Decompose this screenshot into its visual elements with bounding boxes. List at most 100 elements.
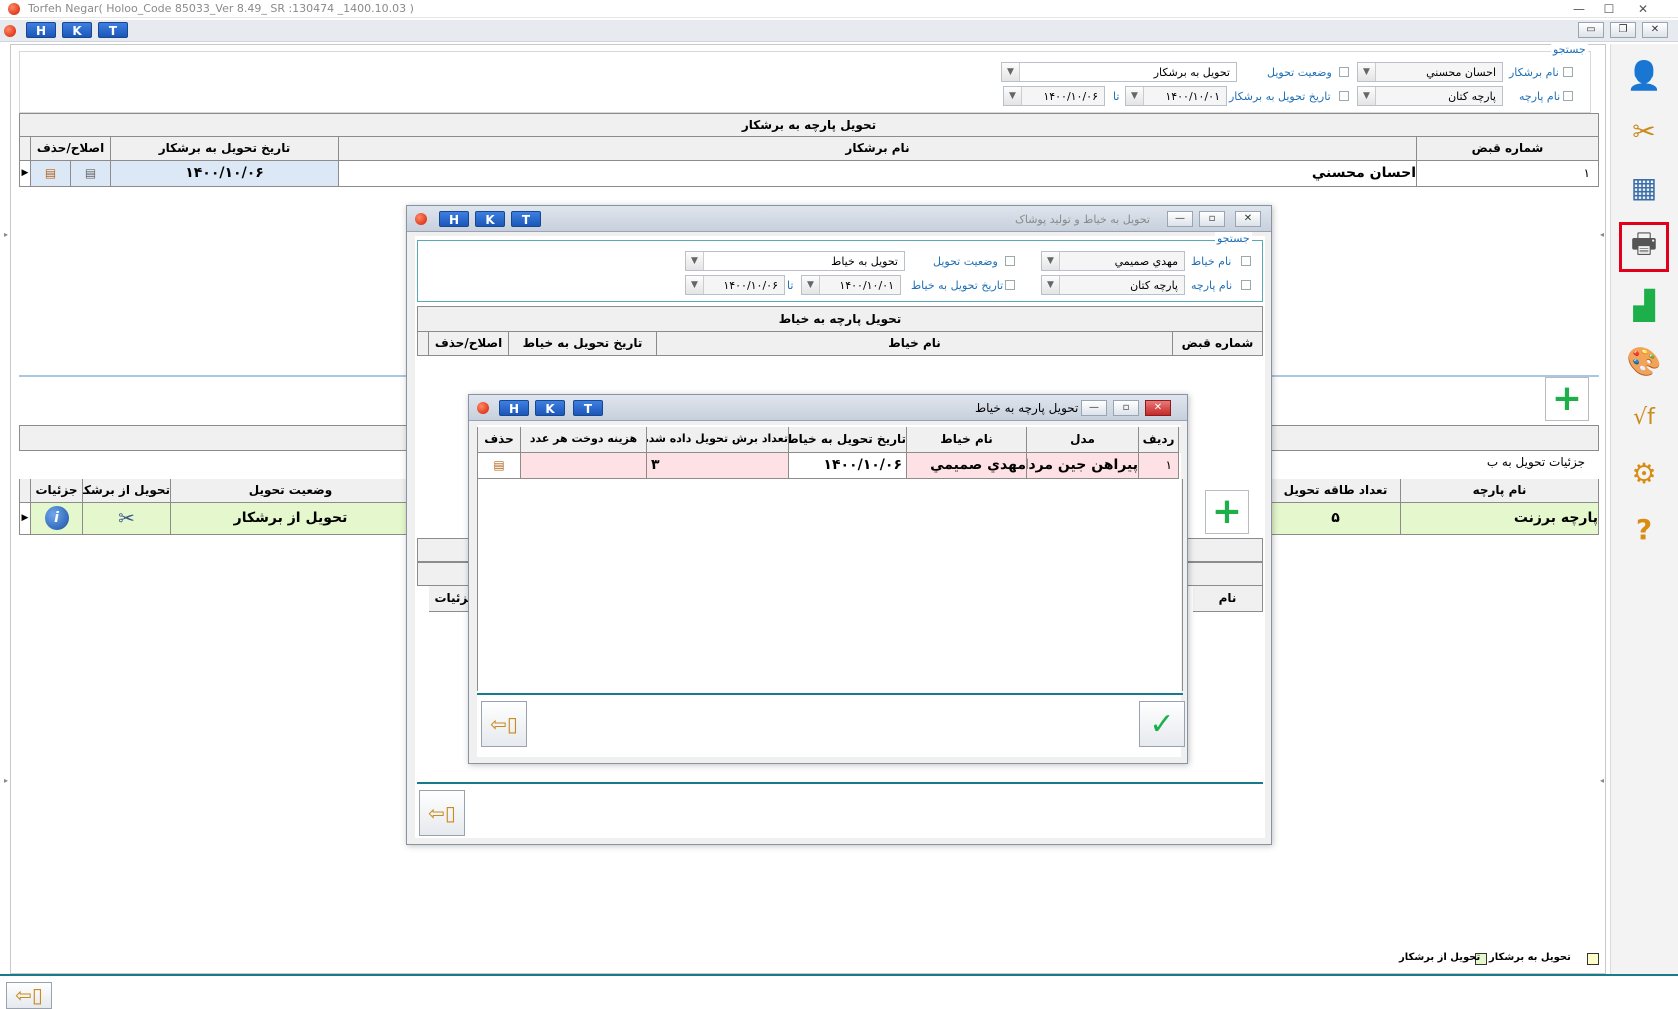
grid1-cell-date[interactable]: ۱۴۰۰/۱۰/۰۶ <box>111 161 339 187</box>
dialog2-cell-row[interactable]: ۱ <box>1139 453 1179 479</box>
dialog1-fabric-checkbox[interactable] <box>1241 280 1251 290</box>
cutter-name-checkbox[interactable] <box>1563 67 1573 77</box>
mdi-close-icon[interactable]: ✕ <box>1642 22 1668 38</box>
dialog1-status-checkbox[interactable] <box>1005 256 1015 266</box>
grid1-col-date[interactable]: تاریخ تحویل به برشکار <box>111 137 339 161</box>
dialog2-col-cost[interactable]: هزینه دوخت هر عدد <box>521 427 647 453</box>
add-person-icon[interactable]: 👤 <box>1619 50 1669 100</box>
fabric-name-checkbox[interactable] <box>1563 91 1573 101</box>
dialog2-cell-cost[interactable] <box>521 453 647 479</box>
grid2-col-count[interactable]: تعداد طاقه تحویل <box>1271 479 1401 503</box>
date-from-field[interactable]: ▼ ۱۴۰۰/۱۰/۰۱ <box>1125 86 1227 106</box>
dialog2-cell-tailor[interactable]: مهدي صميمي <box>907 453 1027 479</box>
grid1-col-cutter[interactable]: نام برشکار <box>339 137 1417 161</box>
dialog1-status-combo[interactable]: ▼ تحویل به خیاط <box>685 251 905 271</box>
print-icon[interactable]: 🖶 <box>1619 222 1669 272</box>
grid2-col-status[interactable]: وضعیت تحویل <box>171 479 411 503</box>
mdi-restore-icon[interactable]: ❐ <box>1610 22 1636 38</box>
h-button[interactable]: H <box>499 400 529 416</box>
right-scroll-marker[interactable]: ◂ <box>1600 776 1604 785</box>
grid2-col-fabric[interactable]: نام پارچه <box>1401 479 1599 503</box>
grid1-col-receipt[interactable]: شماره قبض <box>1417 137 1599 161</box>
gear-icon[interactable]: ⚙ <box>1619 448 1669 498</box>
dialog1-date-checkbox[interactable] <box>1005 280 1015 290</box>
grid2-col-details[interactable]: جزئیات <box>31 479 83 503</box>
dialog1-col-edit[interactable]: اصلاح/حذف <box>429 332 509 356</box>
dialog1-exit-button[interactable]: ⇦▯ <box>419 790 465 836</box>
dialog1-col-receipt[interactable]: شماره قبض <box>1173 332 1263 356</box>
t-button[interactable]: T <box>573 400 603 416</box>
dialog2-exit-button[interactable]: ⇦▯ <box>481 701 527 747</box>
right-scroll-marker[interactable]: ◂ <box>1600 230 1604 239</box>
grid2-col-from-cutter[interactable]: تحویل از برشکار <box>83 479 171 503</box>
dialog2-col-model[interactable]: مدل <box>1027 427 1139 453</box>
grid2-cell-count[interactable]: ۵ <box>1271 503 1401 535</box>
add-button[interactable]: + <box>1545 377 1589 421</box>
dialog2-bottom-divider <box>477 693 1183 695</box>
dialog1-date-from-field[interactable]: ▼ ۱۴۰۰/۱۰/۰۱ <box>801 275 901 295</box>
palette-icon[interactable]: 🎨 <box>1619 336 1669 386</box>
grid2-cell-fabric[interactable]: پارچه برزنت <box>1401 503 1599 535</box>
delete-icon[interactable]: ▤ <box>477 453 521 479</box>
dialog2-col-delete[interactable]: حذف <box>477 427 521 453</box>
k-button[interactable]: K <box>535 400 565 416</box>
scissors-icon[interactable]: ✂ <box>83 503 171 535</box>
status-checkbox[interactable] <box>1339 67 1349 77</box>
cutter-tools-icon[interactable]: ✂ <box>1619 106 1669 156</box>
left-scroll-marker[interactable]: ▸ <box>4 230 8 239</box>
dialog1-date-to-field[interactable]: ▼ ۱۴۰۰/۱۰/۰۶ <box>685 275 785 295</box>
dialog2-close-icon[interactable]: ✕ <box>1145 400 1171 416</box>
dialog1-col-tailor[interactable]: نام خیاط <box>657 332 1173 356</box>
app-logo-icon <box>4 25 16 37</box>
fabric-name-combo[interactable]: ▼ پارچه کتان <box>1357 86 1503 106</box>
delete-icon[interactable]: ▤ <box>31 161 71 187</box>
maximize-icon[interactable]: ☐ <box>1596 0 1622 18</box>
formula-icon[interactable]: √f <box>1619 392 1669 442</box>
confirm-button[interactable]: ✓ <box>1139 701 1185 747</box>
t-button[interactable]: T <box>511 211 541 227</box>
h-button[interactable]: H <box>439 211 469 227</box>
grid1-cell-cutter[interactable]: احسان محسني <box>339 161 1417 187</box>
grid1-cell-receipt[interactable]: ۱ <box>1417 161 1599 187</box>
dialog1-bottom-divider <box>417 782 1263 784</box>
h-button[interactable]: H <box>26 22 56 38</box>
exit-button[interactable]: ⇦▯ <box>6 982 52 1009</box>
grid1-row-indicator-header <box>19 137 31 161</box>
dialog2-col-tailor[interactable]: نام خیاط <box>907 427 1027 453</box>
dialog1-fabric-combo[interactable]: ▼ پارچه کتان <box>1041 275 1185 295</box>
dialog2-col-date[interactable]: تاریخ تحویل به خیاط <box>789 427 907 453</box>
left-scroll-marker[interactable]: ▸ <box>4 776 8 785</box>
dialog2-col-row[interactable]: ردیف <box>1139 427 1179 453</box>
mdi-minimize-icon[interactable]: ▭ <box>1578 22 1604 38</box>
date-to-field[interactable]: ▼ ۱۴۰۰/۱۰/۰۶ <box>1003 86 1105 106</box>
dialog2-restore-icon[interactable]: ▫ <box>1113 400 1139 416</box>
cutter-name-combo[interactable]: ▼ احسان محسني <box>1357 62 1503 82</box>
dialog2-minimize-icon[interactable]: — <box>1081 400 1107 416</box>
dialog1-add-button[interactable]: + <box>1205 490 1249 534</box>
close-icon[interactable]: ✕ <box>1630 0 1656 18</box>
k-button[interactable]: K <box>62 22 92 38</box>
help-icon[interactable]: ? <box>1619 504 1669 554</box>
dialog1-col-date[interactable]: تاریخ تحویل به خیاط <box>509 332 657 356</box>
dialog2-cell-qty[interactable]: ۳ <box>647 453 789 479</box>
table-settings-icon[interactable]: ▦ <box>1619 162 1669 212</box>
dialog1-grid2-col-name[interactable]: نام <box>1193 586 1263 612</box>
date-checkbox[interactable] <box>1339 91 1349 101</box>
dialog1-restore-icon[interactable]: ▫ <box>1199 211 1225 227</box>
t-button[interactable]: T <box>98 22 128 38</box>
dialog2-cell-model[interactable]: پیراهن جین مردانه <box>1027 453 1139 479</box>
minimize-icon[interactable]: — <box>1566 0 1592 18</box>
status-combo[interactable]: ▼ تحویل به برشکار <box>1001 62 1237 82</box>
tailor-name-combo[interactable]: ▼ مهدي صميمي <box>1041 251 1185 271</box>
info-icon[interactable]: i <box>44 506 69 530</box>
edit-icon[interactable]: ▤ <box>71 161 111 187</box>
dialog2-col-qty[interactable]: تعداد برش تحویل داده شده <box>647 427 789 453</box>
dialog2-cell-date[interactable]: ۱۴۰۰/۱۰/۰۶ <box>789 453 907 479</box>
dialog1-close-icon[interactable]: ✕ <box>1235 211 1261 227</box>
k-button[interactable]: K <box>475 211 505 227</box>
grid2-cell-status[interactable]: تحویل از برشکار <box>171 503 411 535</box>
dialog1-minimize-icon[interactable]: — <box>1167 211 1193 227</box>
tailor-name-checkbox[interactable] <box>1241 256 1251 266</box>
chart-report-icon[interactable]: ▟ <box>1619 280 1669 330</box>
grid1-col-edit[interactable]: اصلاح/حذف <box>31 137 111 161</box>
